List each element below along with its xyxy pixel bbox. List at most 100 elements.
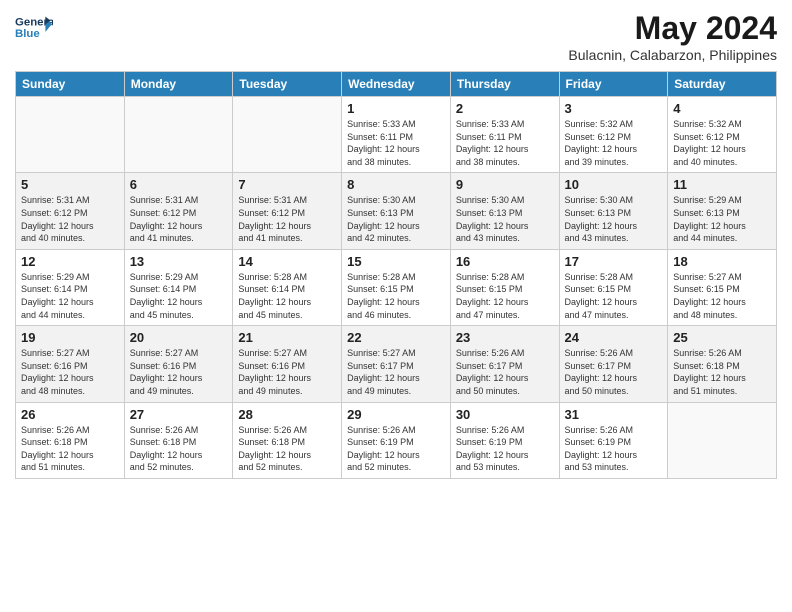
day-number: 26 [21,407,119,422]
day-number: 16 [456,254,554,269]
col-tuesday: Tuesday [233,72,342,97]
day-number: 1 [347,101,445,116]
col-saturday: Saturday [668,72,777,97]
calendar-week-row: 1 Sunrise: 5:33 AMSunset: 6:11 PMDaylight… [16,97,777,173]
day-number: 12 [21,254,119,269]
day-number: 8 [347,177,445,192]
table-row: 11 Sunrise: 5:29 AMSunset: 6:13 PMDayligh… [668,173,777,249]
table-row: 31 Sunrise: 5:26 AMSunset: 6:19 PMDayligh… [559,402,668,478]
day-number: 21 [238,330,336,345]
day-info: Sunrise: 5:27 AMSunset: 6:16 PMDaylight:… [21,347,119,397]
table-row: 13 Sunrise: 5:29 AMSunset: 6:14 PMDayligh… [124,249,233,325]
col-wednesday: Wednesday [342,72,451,97]
logo-icon: General Blue [15,10,53,48]
table-row: 19 Sunrise: 5:27 AMSunset: 6:16 PMDayligh… [16,326,125,402]
calendar-subtitle: Bulacnin, Calabarzon, Philippines [568,47,777,63]
table-row: 7 Sunrise: 5:31 AMSunset: 6:12 PMDaylight… [233,173,342,249]
day-info: Sunrise: 5:27 AMSunset: 6:15 PMDaylight:… [673,271,771,321]
day-number: 29 [347,407,445,422]
table-row: 29 Sunrise: 5:26 AMSunset: 6:19 PMDayligh… [342,402,451,478]
day-info: Sunrise: 5:32 AMSunset: 6:12 PMDaylight:… [565,118,663,168]
day-number: 18 [673,254,771,269]
day-info: Sunrise: 5:29 AMSunset: 6:14 PMDaylight:… [21,271,119,321]
day-info: Sunrise: 5:26 AMSunset: 6:18 PMDaylight:… [130,424,228,474]
col-sunday: Sunday [16,72,125,97]
day-info: Sunrise: 5:29 AMSunset: 6:13 PMDaylight:… [673,194,771,244]
calendar-week-row: 26 Sunrise: 5:26 AMSunset: 6:18 PMDayligh… [16,402,777,478]
day-number: 5 [21,177,119,192]
day-info: Sunrise: 5:32 AMSunset: 6:12 PMDaylight:… [673,118,771,168]
table-row: 20 Sunrise: 5:27 AMSunset: 6:16 PMDayligh… [124,326,233,402]
calendar-week-row: 12 Sunrise: 5:29 AMSunset: 6:14 PMDayligh… [16,249,777,325]
day-number: 15 [347,254,445,269]
calendar-week-row: 5 Sunrise: 5:31 AMSunset: 6:12 PMDaylight… [16,173,777,249]
day-info: Sunrise: 5:26 AMSunset: 6:17 PMDaylight:… [565,347,663,397]
day-info: Sunrise: 5:30 AMSunset: 6:13 PMDaylight:… [565,194,663,244]
table-row: 9 Sunrise: 5:30 AMSunset: 6:13 PMDaylight… [450,173,559,249]
day-number: 14 [238,254,336,269]
day-info: Sunrise: 5:30 AMSunset: 6:13 PMDaylight:… [347,194,445,244]
day-info: Sunrise: 5:28 AMSunset: 6:15 PMDaylight:… [565,271,663,321]
day-info: Sunrise: 5:28 AMSunset: 6:15 PMDaylight:… [456,271,554,321]
table-row: 27 Sunrise: 5:26 AMSunset: 6:18 PMDayligh… [124,402,233,478]
day-number: 24 [565,330,663,345]
table-row: 14 Sunrise: 5:28 AMSunset: 6:14 PMDayligh… [233,249,342,325]
table-row [16,97,125,173]
day-number: 20 [130,330,228,345]
day-info: Sunrise: 5:26 AMSunset: 6:19 PMDaylight:… [347,424,445,474]
col-monday: Monday [124,72,233,97]
day-info: Sunrise: 5:31 AMSunset: 6:12 PMDaylight:… [21,194,119,244]
day-number: 7 [238,177,336,192]
day-info: Sunrise: 5:27 AMSunset: 6:16 PMDaylight:… [130,347,228,397]
day-info: Sunrise: 5:28 AMSunset: 6:15 PMDaylight:… [347,271,445,321]
day-number: 3 [565,101,663,116]
day-number: 31 [565,407,663,422]
day-number: 11 [673,177,771,192]
table-row: 21 Sunrise: 5:27 AMSunset: 6:16 PMDayligh… [233,326,342,402]
day-number: 13 [130,254,228,269]
table-row: 26 Sunrise: 5:26 AMSunset: 6:18 PMDayligh… [16,402,125,478]
table-row: 17Sunrise: 5:28 AMSunset: 6:15 PMDayligh… [559,249,668,325]
col-friday: Friday [559,72,668,97]
day-number: 4 [673,101,771,116]
day-number: 9 [456,177,554,192]
day-number: 27 [130,407,228,422]
day-number: 23 [456,330,554,345]
col-thursday: Thursday [450,72,559,97]
day-info: Sunrise: 5:31 AMSunset: 6:12 PMDaylight:… [238,194,336,244]
day-number: 22 [347,330,445,345]
day-info: Sunrise: 5:26 AMSunset: 6:18 PMDaylight:… [673,347,771,397]
day-info: Sunrise: 5:26 AMSunset: 6:18 PMDaylight:… [238,424,336,474]
table-row: 4 Sunrise: 5:32 AMSunset: 6:12 PMDaylight… [668,97,777,173]
day-info: Sunrise: 5:31 AMSunset: 6:12 PMDaylight:… [130,194,228,244]
table-row: 5 Sunrise: 5:31 AMSunset: 6:12 PMDaylight… [16,173,125,249]
logo: General Blue [15,10,53,48]
table-row: 23Sunrise: 5:26 AMSunset: 6:17 PMDayligh… [450,326,559,402]
day-info: Sunrise: 5:26 AMSunset: 6:18 PMDaylight:… [21,424,119,474]
day-number: 30 [456,407,554,422]
svg-text:Blue: Blue [15,28,40,40]
table-row: 3 Sunrise: 5:32 AMSunset: 6:12 PMDaylight… [559,97,668,173]
day-info: Sunrise: 5:26 AMSunset: 6:19 PMDaylight:… [565,424,663,474]
table-row: 15 Sunrise: 5:28 AMSunset: 6:15 PMDayligh… [342,249,451,325]
calendar-page: General Blue May 2024 Bulacnin, Calabarz… [0,0,792,612]
day-number: 19 [21,330,119,345]
table-row: 8 Sunrise: 5:30 AMSunset: 6:13 PMDaylight… [342,173,451,249]
day-info: Sunrise: 5:29 AMSunset: 6:14 PMDaylight:… [130,271,228,321]
table-row: 25 Sunrise: 5:26 AMSunset: 6:18 PMDayligh… [668,326,777,402]
table-row: 30 Sunrise: 5:26 AMSunset: 6:19 PMDayligh… [450,402,559,478]
day-info: Sunrise: 5:26 AMSunset: 6:19 PMDaylight:… [456,424,554,474]
table-row: 24 Sunrise: 5:26 AMSunset: 6:17 PMDayligh… [559,326,668,402]
calendar-week-row: 19 Sunrise: 5:27 AMSunset: 6:16 PMDayligh… [16,326,777,402]
day-info: Sunrise: 5:33 AMSunset: 6:11 PMDaylight:… [456,118,554,168]
header-row: Sunday Monday Tuesday Wednesday Thursday… [16,72,777,97]
day-number: 28 [238,407,336,422]
day-info: Sunrise: 5:30 AMSunset: 6:13 PMDaylight:… [456,194,554,244]
day-number: 6 [130,177,228,192]
table-row: 28 Sunrise: 5:26 AMSunset: 6:18 PMDayligh… [233,402,342,478]
day-info: Sunrise: 5:27 AMSunset: 6:16 PMDaylight:… [238,347,336,397]
calendar-table: Sunday Monday Tuesday Wednesday Thursday… [15,71,777,479]
table-row: 18 Sunrise: 5:27 AMSunset: 6:15 PMDayligh… [668,249,777,325]
day-number: 25 [673,330,771,345]
day-info: Sunrise: 5:28 AMSunset: 6:14 PMDaylight:… [238,271,336,321]
